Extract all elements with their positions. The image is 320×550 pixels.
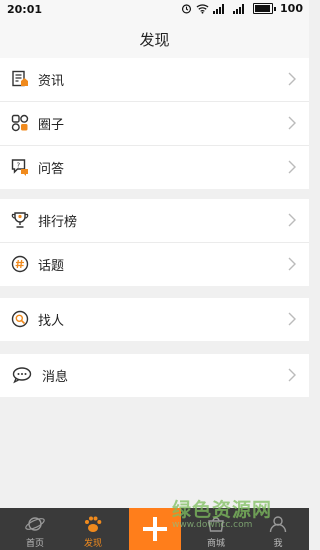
menu-item-messages[interactable]: 消息	[0, 354, 309, 397]
chevron-right-icon	[288, 312, 296, 326]
alarm-icon	[181, 4, 192, 14]
chevron-right-icon	[288, 368, 296, 382]
tab-discover[interactable]: 发现	[62, 508, 124, 550]
status-time: 20:01	[7, 3, 43, 16]
tab-label: 我	[273, 539, 283, 549]
battery-icon	[253, 3, 274, 14]
menu-item-label: 圈子	[38, 118, 65, 133]
menu-item-label: 资讯	[38, 74, 65, 89]
battery-level: 100	[280, 2, 303, 15]
news-icon	[12, 70, 28, 87]
menu-item-topics[interactable]: 话题	[0, 243, 309, 286]
find-people-icon	[11, 310, 29, 328]
chevron-right-icon	[288, 160, 296, 174]
menu-item-find-people[interactable]: 找人	[0, 298, 309, 341]
circles-icon	[11, 114, 29, 132]
qa-icon: ?	[11, 159, 28, 176]
menu-item-label: 消息	[42, 370, 69, 385]
tab-label: 发现	[83, 539, 102, 549]
menu-item-label: 问答	[38, 162, 65, 177]
paw-icon	[85, 516, 102, 532]
trophy-icon	[11, 212, 29, 228]
svg-text:?: ?	[17, 162, 21, 170]
menu-item-label: 话题	[38, 259, 65, 274]
menu-item-label: 找人	[38, 314, 65, 329]
chevron-right-icon	[288, 116, 296, 130]
wifi-icon	[196, 4, 209, 14]
status-bar: 20:01 100	[0, 0, 309, 20]
message-icon	[12, 367, 32, 384]
planet-icon	[25, 517, 45, 531]
watermark-text: 绿色资源网	[172, 499, 273, 521]
watermark-url: www.downcc.com	[172, 520, 253, 530]
chevron-right-icon	[288, 213, 296, 227]
page-title: 发现	[139, 30, 170, 49]
page-header: 发现	[0, 20, 309, 59]
menu-group-1: 资讯 圈子 ? 问答	[0, 58, 309, 189]
menu-item-circles[interactable]: 圈子	[0, 102, 309, 146]
menu-item-ranking[interactable]: 排行榜	[0, 199, 309, 243]
tab-home[interactable]: 首页	[4, 508, 66, 550]
signal-icon-2	[233, 3, 245, 14]
signal-icon	[213, 3, 225, 14]
menu-item-qa[interactable]: ? 问答	[0, 146, 309, 189]
watermark: 绿色资源网 www.downcc.com	[172, 495, 307, 535]
hashtag-icon	[11, 255, 29, 273]
chevron-right-icon	[288, 257, 296, 271]
chevron-right-icon	[288, 72, 296, 86]
menu-group-3: 找人	[0, 298, 309, 341]
menu-item-news[interactable]: 资讯	[0, 58, 309, 102]
status-icons: 100	[181, 2, 303, 15]
tab-label: 商城	[206, 539, 225, 549]
menu-group-4: 消息	[0, 354, 309, 397]
tab-label: 首页	[25, 539, 44, 549]
menu-group-2: 排行榜 话题	[0, 199, 309, 286]
menu-item-label: 排行榜	[38, 215, 78, 230]
